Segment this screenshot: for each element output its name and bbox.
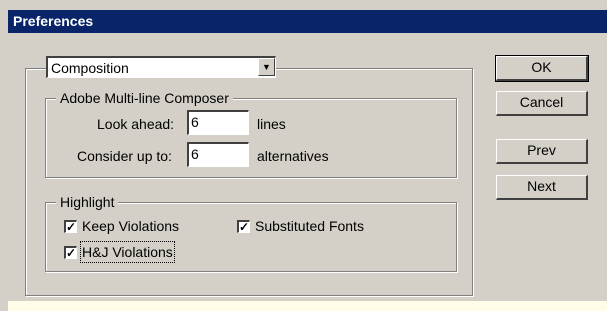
consider-up-to-unit: alternatives [257,148,329,164]
preferences-dialog: Preferences Composition ▼ Adobe Multi-li… [0,0,607,311]
keep-violations-checkbox[interactable]: ✓ [64,220,77,233]
hj-violations-checkbox[interactable]: ✓ [64,246,77,259]
look-ahead-unit: lines [257,116,286,132]
highlight-legend: Highlight [56,194,119,210]
cancel-button[interactable]: Cancel [496,91,588,116]
section-dropdown[interactable]: Composition ▼ [46,56,276,78]
look-ahead-input[interactable]: 6 [187,110,249,135]
hj-violations-label[interactable]: H&J Violations [80,241,175,263]
ok-button[interactable]: OK [495,55,589,82]
consider-up-to-input[interactable]: 6 [187,142,249,167]
look-ahead-label: Look ahead: [97,116,175,132]
chevron-down-icon[interactable]: ▼ [258,58,275,76]
composer-group [45,98,457,178]
bottom-strip [8,301,607,311]
substituted-fonts-label[interactable]: Substituted Fonts [255,217,364,235]
title-bar[interactable]: Preferences [8,10,607,33]
consider-up-to-label: Consider up to: [77,148,172,164]
window-title: Preferences [13,13,94,29]
prev-button[interactable]: Prev [496,139,588,164]
composer-legend: Adobe Multi-line Composer [56,90,233,106]
section-dropdown-value: Composition [51,60,129,76]
substituted-fonts-checkbox[interactable]: ✓ [237,220,250,233]
next-button[interactable]: Next [496,175,588,200]
keep-violations-label[interactable]: Keep Violations [82,217,179,235]
highlight-group [45,202,457,272]
